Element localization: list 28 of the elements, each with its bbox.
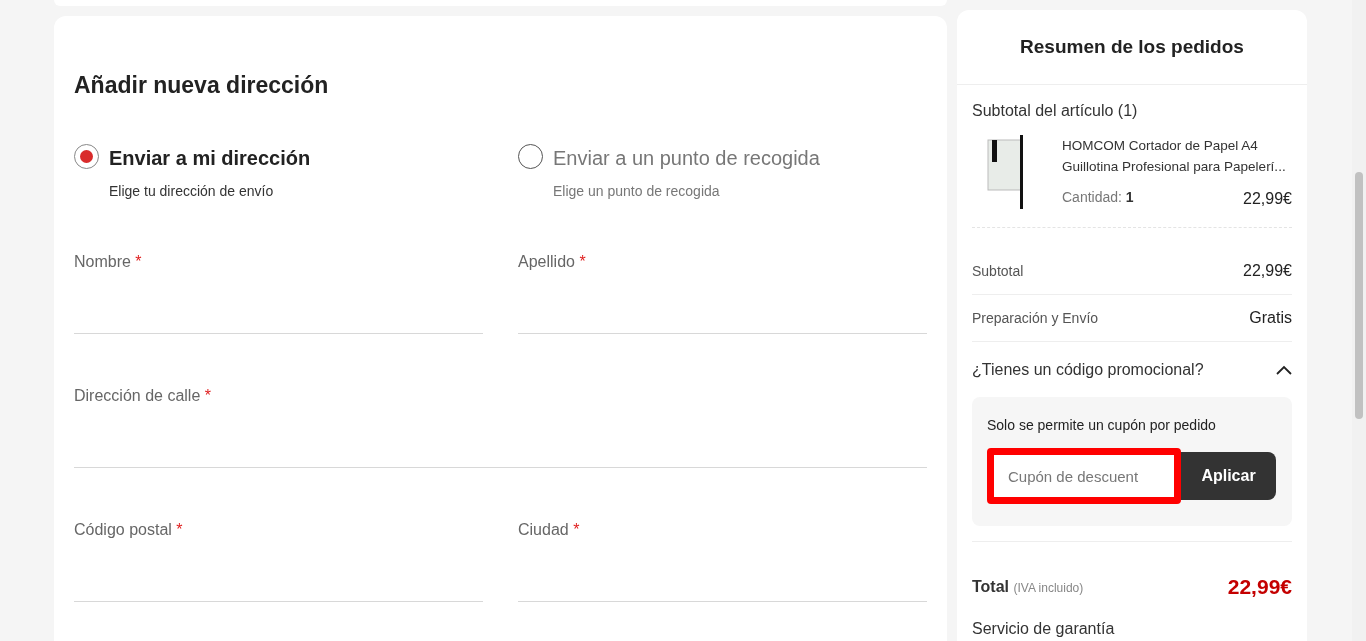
text-field[interactable]: Ciudad * [518, 517, 927, 602]
summary-value: Gratis [1249, 308, 1292, 328]
text-field[interactable]: Apellido * [518, 249, 927, 334]
option-label[interactable]: Enviar a mi dirección [109, 142, 311, 173]
product-name[interactable]: HOMCOM Cortador de Papel A4 Guillotina Profesional para Papelerí... [1062, 135, 1292, 177]
summary-label: Subtotal [972, 261, 1024, 281]
text-field[interactable]: Dirección de calle * [74, 383, 927, 468]
section-title: Añadir nueva dirección [74, 71, 329, 100]
apply-button[interactable]: Aplicar [1181, 452, 1276, 500]
total-value: 22,99€ [1227, 573, 1292, 600]
quantity-text: Cantidad: 1 [1062, 188, 1134, 207]
option-hint: Elige un punto de recogida [553, 181, 720, 201]
text-field[interactable]: Nombre * [74, 249, 483, 334]
scrollbar[interactable] [1352, 0, 1366, 641]
coupon-field[interactable]: Cupón de descuent [987, 448, 1181, 504]
option-hint: Elige tu dirección de envío [109, 181, 274, 201]
total-label: Total (IVA incluido) [972, 576, 1084, 597]
chevron-icon [1276, 364, 1292, 375]
summary-label: Preparación y Envío [972, 308, 1099, 328]
option-label[interactable]: Enviar a un punto de recogida [553, 142, 820, 173]
product-price: 22,99€ [1243, 189, 1292, 209]
summary-title: Resumen de los pedidos [1020, 34, 1244, 59]
items-heading: Subtotal del artículo (1) [972, 101, 1138, 121]
promo-note: Solo se permite un cupón por pedido [987, 416, 1216, 435]
summary-value: 22,99€ [1243, 261, 1292, 281]
text-field[interactable]: Código postal * [74, 517, 483, 602]
promo-toggle[interactable]: ¿Tienes un código promocional? [972, 342, 1292, 397]
warranty-heading: Servicio de garantía [972, 619, 1115, 639]
